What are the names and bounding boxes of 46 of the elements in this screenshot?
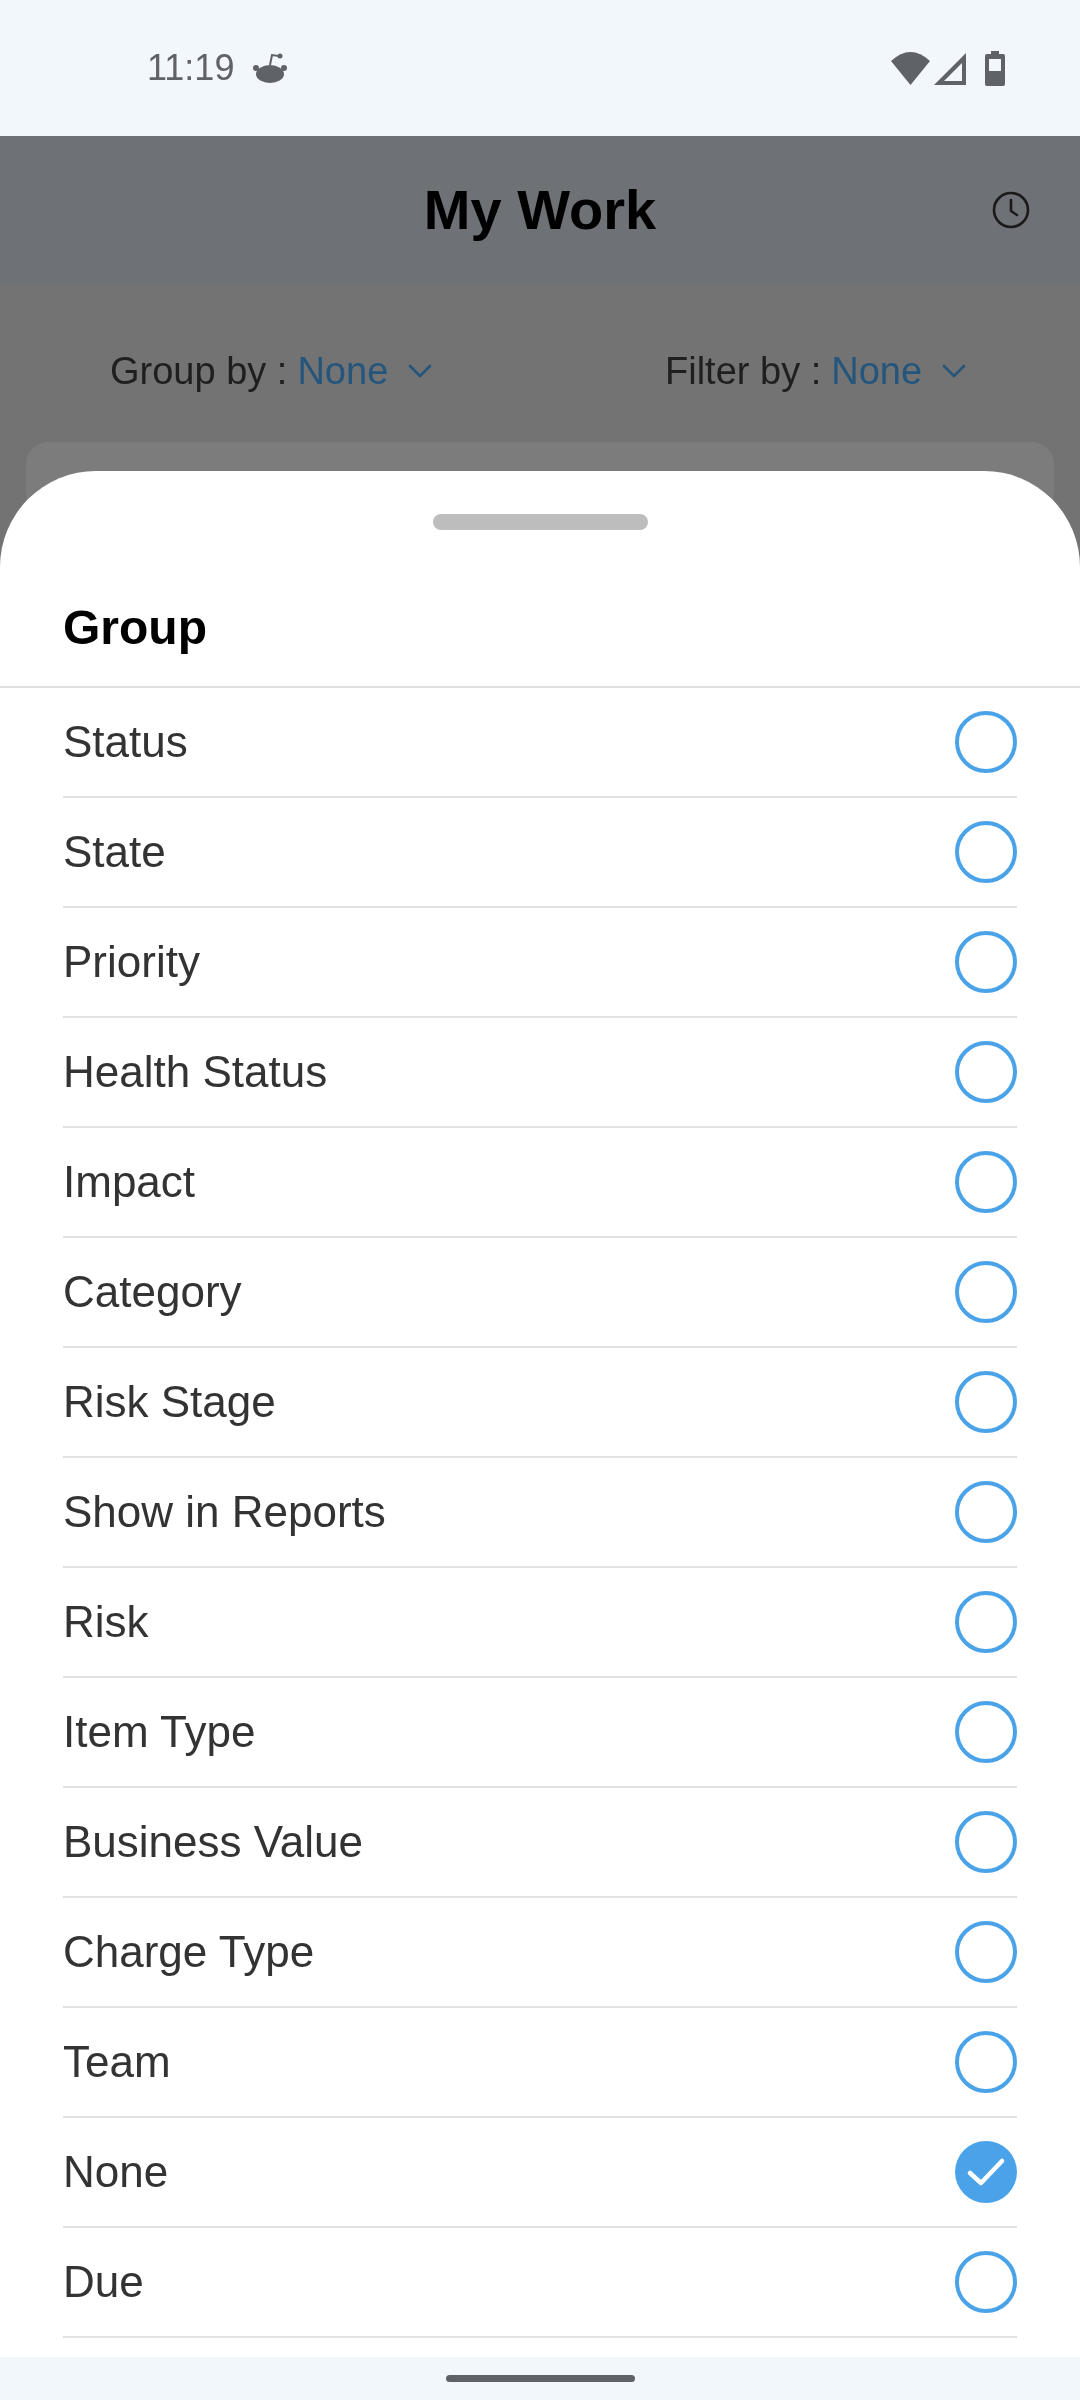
option-label: Category xyxy=(63,1266,242,1318)
option-label: Charge Type xyxy=(63,1926,315,1978)
radio-button[interactable] xyxy=(955,931,1017,993)
option-label: Team xyxy=(63,2036,171,2088)
option-label: None xyxy=(63,2146,169,2198)
radio-button[interactable] xyxy=(955,1261,1017,1323)
gesture-handle[interactable] xyxy=(445,2375,635,2382)
option-label: State xyxy=(63,826,166,878)
radio-button[interactable] xyxy=(955,2031,1017,2093)
radio-button[interactable] xyxy=(955,711,1017,773)
radio-button[interactable] xyxy=(955,1371,1017,1433)
filter-dropdown[interactable]: None xyxy=(297,349,433,393)
sheet-title: Group xyxy=(63,600,207,656)
alien-head-icon xyxy=(253,53,288,83)
filter-label: Group by : xyxy=(110,349,288,393)
radio-button[interactable] xyxy=(955,1921,1017,1983)
option-label: Business Value xyxy=(63,1816,364,1868)
option-label: Risk Stage xyxy=(63,1376,276,1428)
clock-icon[interactable] xyxy=(992,190,1030,229)
clock-time: 11:19 xyxy=(147,48,235,88)
option-label: Health Status xyxy=(63,1046,328,1098)
drag-handle[interactable] xyxy=(432,514,648,530)
option-label: Due xyxy=(63,2256,144,2308)
chevron-down-icon xyxy=(942,364,967,378)
signal-icon xyxy=(934,51,966,85)
radio-button[interactable] xyxy=(955,821,1017,883)
radio-button[interactable] xyxy=(955,2141,1017,2203)
radio-button[interactable] xyxy=(955,1811,1017,1873)
option-label: Impact xyxy=(63,1156,196,1208)
page-title: My Work xyxy=(423,177,657,242)
radio-button[interactable] xyxy=(955,1591,1017,1653)
filter-dropdown[interactable]: None xyxy=(831,349,967,393)
radio-button[interactable] xyxy=(955,1151,1017,1213)
option-label: Item Type xyxy=(63,1706,256,1758)
option-label: Priority xyxy=(63,936,200,988)
filter-label: Filter by : xyxy=(665,349,822,393)
option-label: Status xyxy=(63,716,188,768)
radio-button[interactable] xyxy=(955,1041,1017,1103)
wifi-icon xyxy=(891,51,930,85)
radio-button[interactable] xyxy=(955,1481,1017,1543)
radio-button[interactable] xyxy=(955,2251,1017,2313)
battery-icon xyxy=(985,50,1005,86)
chevron-down-icon xyxy=(408,364,433,378)
option-label: Risk xyxy=(63,1596,149,1648)
option-label: Show in Reports xyxy=(63,1486,386,1538)
radio-button[interactable] xyxy=(955,1701,1017,1763)
